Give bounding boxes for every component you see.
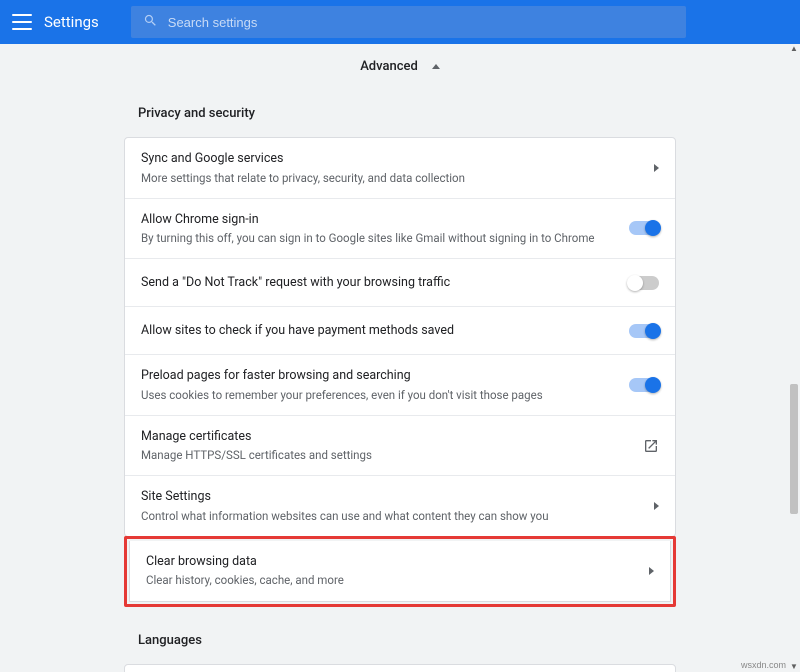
- row-sync[interactable]: Sync and Google services More settings t…: [125, 138, 675, 199]
- settings-header: Settings: [0, 0, 800, 44]
- row-dnt[interactable]: Send a "Do Not Track" request with your …: [125, 259, 675, 307]
- row-title: Site Settings: [141, 488, 642, 506]
- scroll-up-icon[interactable]: ▲: [789, 44, 799, 54]
- row-title: Sync and Google services: [141, 150, 642, 168]
- section-title-privacy: Privacy and security: [138, 106, 676, 121]
- row-payment[interactable]: Allow sites to check if you have payment…: [125, 307, 675, 355]
- privacy-card: Sync and Google services More settings t…: [124, 137, 676, 537]
- caret-up-icon: [432, 64, 440, 69]
- row-title: Allow sites to check if you have payment…: [141, 322, 617, 340]
- row-language[interactable]: Language English: [125, 665, 675, 672]
- toggle-dnt[interactable]: [629, 276, 659, 290]
- languages-card: Language English Spell check English (Un…: [124, 664, 676, 672]
- arrow-right-icon: [649, 567, 654, 575]
- search-input[interactable]: [168, 15, 674, 30]
- arrow-right-icon: [654, 502, 659, 510]
- row-preload[interactable]: Preload pages for faster browsing and se…: [125, 355, 675, 416]
- languages-section: Languages Language English Spell check E…: [124, 607, 676, 672]
- row-desc: Clear history, cookies, cache, and more: [146, 572, 637, 588]
- row-title: Send a "Do Not Track" request with your …: [141, 274, 617, 292]
- row-title: Manage certificates: [141, 428, 631, 446]
- content-area: Advanced Privacy and security Sync and G…: [0, 44, 800, 672]
- menu-icon[interactable]: [12, 14, 32, 30]
- watermark: wsxdn.com: [741, 660, 786, 670]
- privacy-section: Privacy and security Sync and Google ser…: [124, 88, 676, 607]
- arrow-right-icon: [654, 164, 659, 172]
- row-title: Clear browsing data: [146, 553, 637, 571]
- row-certificates[interactable]: Manage certificates Manage HTTPS/SSL cer…: [125, 416, 675, 477]
- toggle-preload[interactable]: [629, 378, 659, 392]
- scroll-thumb[interactable]: [790, 384, 798, 514]
- scroll-down-icon[interactable]: ▼: [789, 662, 799, 672]
- search-box[interactable]: [131, 6, 686, 38]
- header-title: Settings: [44, 13, 99, 31]
- toggle-allow-signin[interactable]: [629, 221, 659, 235]
- section-title-languages: Languages: [138, 633, 676, 648]
- row-site-settings[interactable]: Site Settings Control what information w…: [125, 476, 675, 536]
- row-desc: By turning this off, you can sign in to …: [141, 230, 617, 246]
- row-title: Allow Chrome sign-in: [141, 211, 617, 229]
- advanced-toggle[interactable]: Advanced: [0, 44, 800, 88]
- row-desc: Control what information websites can us…: [141, 508, 642, 524]
- highlight-annotation: Clear browsing data Clear history, cooki…: [124, 536, 676, 607]
- toggle-payment[interactable]: [629, 324, 659, 338]
- search-icon: [143, 13, 158, 32]
- advanced-label: Advanced: [360, 59, 418, 74]
- row-title: Preload pages for faster browsing and se…: [141, 367, 617, 385]
- row-desc: Manage HTTPS/SSL certificates and settin…: [141, 447, 631, 463]
- row-desc: More settings that relate to privacy, se…: [141, 170, 642, 186]
- row-desc: Uses cookies to remember your preference…: [141, 387, 617, 403]
- external-link-icon: [643, 438, 659, 454]
- row-clear-browsing-data[interactable]: Clear browsing data Clear history, cooki…: [130, 541, 670, 601]
- scrollbar[interactable]: ▲ ▼: [789, 44, 799, 672]
- row-allow-signin[interactable]: Allow Chrome sign-in By turning this off…: [125, 199, 675, 260]
